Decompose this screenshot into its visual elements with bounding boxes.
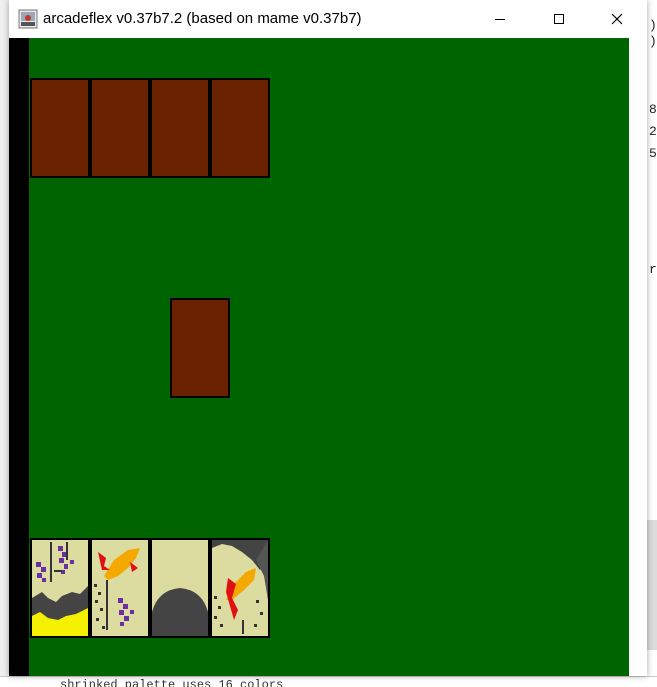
close-icon — [611, 13, 623, 25]
bird-card-icon — [212, 540, 268, 636]
background-text: 2 — [649, 124, 657, 139]
background-text: r — [649, 262, 657, 277]
player-card-wisteria[interactable] — [30, 538, 90, 638]
wisteria-card-icon — [32, 540, 88, 636]
background-text: 8 — [649, 102, 657, 117]
background-text: ) — [649, 34, 657, 49]
game-table — [29, 38, 629, 676]
game-screen[interactable] — [9, 38, 629, 676]
player-card-cuckoo[interactable] — [90, 538, 150, 638]
minimize-icon — [495, 19, 505, 20]
opponent-card — [30, 78, 90, 178]
background-text: ) — [649, 18, 657, 33]
opponent-card — [150, 78, 210, 178]
opponent-card — [210, 78, 270, 178]
emulator-window: arcadeflex v0.37b7.2 (based on mame v0.3… — [9, 0, 647, 676]
java-app-icon — [18, 9, 38, 29]
opponent-card — [90, 78, 150, 178]
close-button[interactable] — [594, 0, 640, 38]
background-scrollbar[interactable] — [647, 520, 657, 650]
plain-card-icon — [152, 540, 208, 636]
window-title: arcadeflex v0.37b7.2 (based on mame v0.3… — [43, 10, 362, 27]
minimize-button[interactable] — [477, 0, 523, 38]
background-text: 5 — [649, 146, 657, 161]
maximize-icon — [554, 14, 564, 24]
player-card-bird[interactable] — [210, 538, 270, 638]
player-card-plain[interactable] — [150, 538, 210, 638]
title-bar[interactable]: arcadeflex v0.37b7.2 (based on mame v0.3… — [9, 0, 647, 38]
cuckoo-wisteria-card-icon — [92, 540, 148, 636]
background-console: shrinked palette uses 16 colors — [0, 676, 657, 687]
center-card[interactable] — [170, 298, 230, 398]
maximize-button[interactable] — [536, 0, 582, 38]
